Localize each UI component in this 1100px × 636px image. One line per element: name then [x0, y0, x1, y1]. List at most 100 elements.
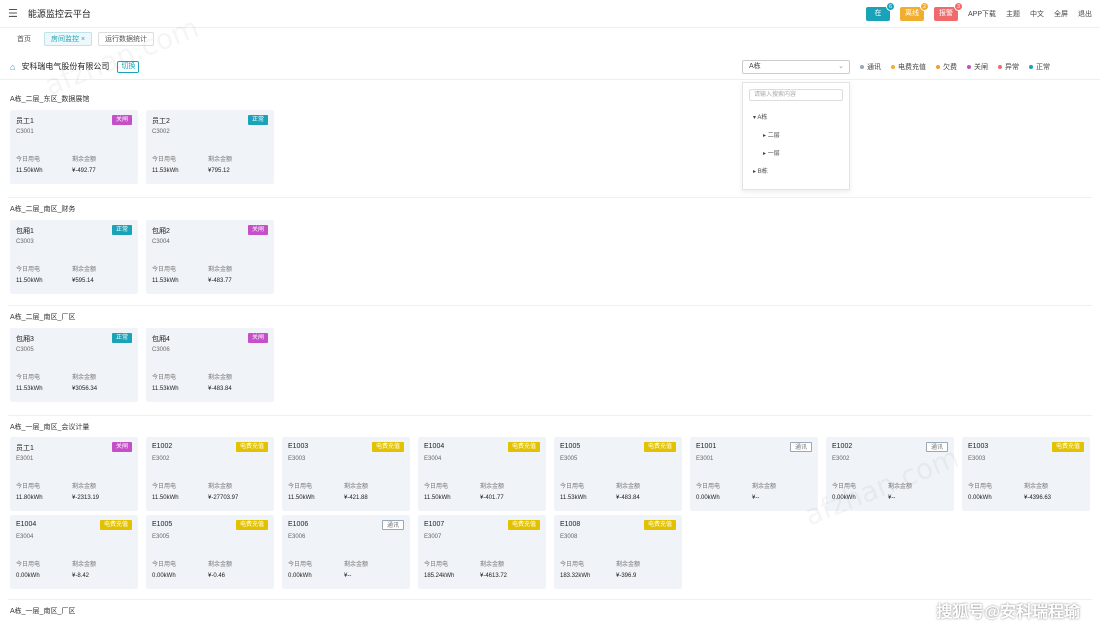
menu-icon[interactable]: ☰ — [8, 7, 18, 20]
tree-node-b[interactable]: ▸ B栋 — [749, 163, 843, 181]
balance-label: 剩余金额 — [208, 484, 233, 490]
switch-company-button[interactable]: 切换 — [117, 60, 140, 73]
balance-value: ¥-421.88 — [344, 495, 368, 501]
room-card[interactable]: E1004 E3004 电费充值 今日用电 剩余金额 0.00kWh ¥-8.42 — [10, 515, 138, 589]
room-code: E3004 — [16, 534, 34, 540]
room-code: E3001 — [696, 456, 714, 462]
legend-label: 电费充值 — [898, 64, 926, 71]
tree-node-floor-1[interactable]: ▸ 一层 — [749, 145, 843, 163]
today-usage-value: 11.53kWh — [152, 168, 179, 174]
header-actions: 在6 离线 2 报警 3 APP下载 主题 中文 全屏 退出 — [865, 1, 1092, 21]
balance-label: 剩余金额 — [72, 375, 97, 381]
room-card[interactable]: 包厢4 C3006 关闸 今日用电 剩余金额 11.53kWh ¥-483.84 — [146, 328, 274, 402]
room-card[interactable]: E1003 E3003 电费充值 今日用电 剩余金额 0.00kWh ¥-4396.63 — [962, 437, 1090, 511]
balance-value: ¥-0.46 — [208, 573, 226, 579]
room-card[interactable]: E1002 E3002 电费充值 今日用电 剩余金额 11.50kWh ¥-27703.97 — [146, 437, 274, 511]
room-code: C3002 — [152, 129, 170, 135]
room-card[interactable]: 包厢2 C3004 关闸 今日用电 剩余金额 11.53kWh ¥-483.77 — [146, 220, 274, 294]
language-link[interactable]: 中文 — [1030, 9, 1044, 19]
status-badge: 关闸 — [247, 225, 268, 235]
balance-value: ¥3056.34 — [72, 386, 98, 392]
legend-label: 关闸 — [974, 64, 988, 71]
online-pill[interactable]: 在6 — [865, 1, 895, 21]
legend-dot-icon — [967, 65, 971, 69]
theme-link[interactable]: 主题 — [1006, 9, 1020, 19]
balance-value: ¥-2313.19 — [72, 495, 100, 501]
room-name: E1002 — [832, 443, 853, 450]
status-badge: 电费充值 — [507, 520, 540, 530]
room-card[interactable]: E1005 E3005 电费充值 今日用电 剩余金额 0.00kWh ¥-0.46 — [146, 515, 274, 589]
room-name: 包厢4 — [152, 336, 170, 343]
room-card[interactable]: E1001 E3001 通讯 今日用电 剩余金额 0.00kWh ¥-- — [690, 437, 818, 511]
alarm-pill[interactable]: 报警 3 — [933, 1, 963, 21]
room-name: 员工1 — [16, 445, 34, 452]
offline-pill[interactable]: 离线 2 — [899, 1, 929, 21]
tree-search-input[interactable]: 请输入搜索内容 — [749, 89, 843, 101]
balance-label: 剩余金额 — [72, 484, 97, 490]
room-card[interactable]: 包厢1 C3003 正常 今日用电 剩余金额 11.50kWh ¥595.14 — [10, 220, 138, 294]
room-card[interactable]: 员工1 C3001 关闸 今日用电 剩余金额 11.50kWh ¥-492.77 — [10, 110, 138, 184]
room-name: 包厢1 — [16, 228, 34, 235]
room-card[interactable]: E1006 E3006 通讯 今日用电 剩余金额 0.00kWh ¥-- — [282, 515, 410, 589]
room-code: C3006 — [152, 347, 170, 353]
room-name: E1001 — [696, 443, 717, 450]
today-usage-label: 今日用电 — [696, 484, 721, 490]
group-divider — [8, 415, 1092, 416]
room-card[interactable]: 员工1 E3001 关闸 今日用电 剩余金额 11.80kWh ¥-2313.19 — [10, 437, 138, 511]
tree-node-floor-2[interactable]: ▸ 二层 — [749, 127, 843, 145]
group-title: A栋_一层_南区_厂区 — [10, 608, 76, 615]
tree-node-a[interactable]: ▾ A栋 — [749, 109, 843, 127]
today-usage-value: 11.53kWh — [16, 386, 43, 392]
today-usage-value: 0.00kWh — [696, 495, 720, 501]
balance-label: 剩余金额 — [208, 562, 233, 568]
tab-home[interactable]: 首页 — [10, 32, 38, 46]
balance-value: ¥-492.77 — [72, 168, 96, 174]
room-code: E3003 — [968, 456, 986, 462]
tab-room-monitor[interactable]: 房间监控 × — [44, 32, 93, 46]
building-select[interactable]: A栋 ⌄ — [742, 60, 850, 74]
room-card[interactable]: E1005 E3005 电费充值 今日用电 剩余金额 11.53kWh ¥-483.84 — [554, 437, 682, 511]
today-usage-value: 0.00kWh — [16, 573, 40, 579]
legend-dot-icon — [891, 65, 895, 69]
today-usage-label: 今日用电 — [152, 562, 177, 568]
room-name: E1003 — [968, 443, 989, 450]
balance-value: ¥-4396.63 — [1024, 495, 1052, 501]
room-card[interactable]: 员工2 C3002 正常 今日用电 剩余金额 11.53kWh ¥795.12 — [146, 110, 274, 184]
fullscreen-link[interactable]: 全屏 — [1054, 9, 1068, 19]
room-card[interactable]: E1002 E3002 通讯 今日用电 剩余金额 0.00kWh ¥-- — [826, 437, 954, 511]
balance-value: ¥-27703.97 — [208, 495, 239, 501]
legend-dot-icon — [860, 65, 864, 69]
today-usage-label: 今日用电 — [152, 267, 177, 273]
room-card[interactable]: E1004 E3004 电费充值 今日用电 剩余金额 11.50kWh ¥-401.77 — [418, 437, 546, 511]
today-usage-label: 今日用电 — [152, 157, 177, 163]
room-name: E1005 — [560, 443, 581, 450]
room-card[interactable]: E1008 E3008 电费充值 今日用电 剩余金额 183.32kWh ¥-396.9 — [554, 515, 682, 589]
room-code: E3001 — [16, 456, 34, 462]
today-usage-value: 11.53kWh — [152, 386, 179, 392]
room-code: E3004 — [424, 456, 442, 462]
today-usage-value: 185.24kWh — [424, 573, 455, 579]
balance-value: ¥-483.84 — [208, 386, 232, 392]
balance-label: 剩余金额 — [72, 562, 97, 568]
balance-value: ¥-- — [888, 495, 896, 501]
today-usage-value: 11.50kWh — [152, 495, 179, 501]
room-code: E3006 — [288, 534, 306, 540]
balance-label: 剩余金额 — [344, 484, 369, 490]
tab-bar: 首页 房间监控 × 运行数据统计 — [0, 30, 1100, 48]
room-card[interactable]: E1007 E3007 电费充值 今日用电 剩余金额 185.24kWh ¥-4613.72 — [418, 515, 546, 589]
room-card[interactable]: E1003 E3003 电费充值 今日用电 剩余金额 11.50kWh ¥-421.88 — [282, 437, 410, 511]
app-download-link[interactable]: APP下载 — [968, 9, 996, 19]
status-badge: 电费充值 — [235, 442, 268, 452]
logout-link[interactable]: 退出 — [1078, 9, 1092, 19]
balance-label: 剩余金额 — [208, 375, 233, 381]
room-name: E1004 — [424, 443, 445, 450]
tab-run-stats[interactable]: 运行数据统计 — [98, 32, 155, 46]
today-usage-label: 今日用电 — [424, 562, 449, 568]
room-card[interactable]: 包厢3 C3005 正常 今日用电 剩余金额 11.53kWh ¥3056.34 — [10, 328, 138, 402]
group-title: A栋_二层_南区_财务 — [10, 206, 76, 213]
balance-label: 剩余金额 — [752, 484, 777, 490]
room-name: 员工1 — [16, 118, 34, 125]
today-usage-value: 11.53kWh — [560, 495, 587, 501]
group-title: A栋_一层_南区_会议计量 — [10, 424, 90, 431]
legend-item: 正常 — [1029, 62, 1050, 72]
